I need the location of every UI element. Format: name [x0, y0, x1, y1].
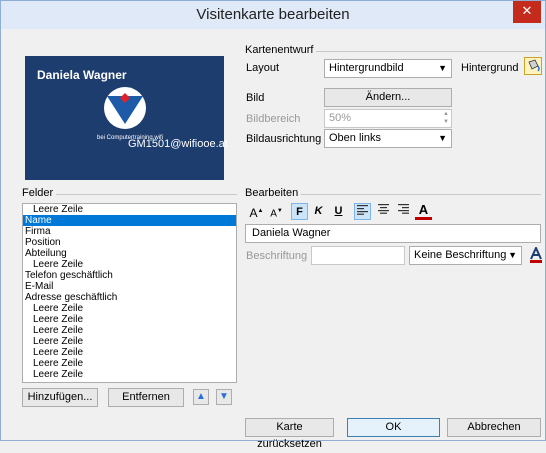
felder-group-label: Felder [22, 187, 57, 199]
list-item[interactable]: Leere Zeile [23, 336, 236, 347]
bildausrichtung-label: Bildausrichtung [246, 133, 322, 145]
change-image-button[interactable]: Ändern... [324, 88, 452, 107]
shrink-font-glyph: A [270, 208, 277, 220]
shrink-font-icon[interactable]: A▼ [268, 203, 285, 220]
add-field-button[interactable]: Hinzufügen... [22, 388, 98, 407]
dialog-window: Visitenkarte bearbeiten ✕ Daniela Wagner… [0, 0, 546, 450]
list-item[interactable]: Abteilung [23, 248, 236, 259]
list-item[interactable]: Leere Zeile [23, 314, 236, 325]
list-item[interactable]: Position [23, 237, 236, 248]
image-area-value: 50% [329, 112, 352, 124]
dialog-title: Visitenkarte bearbeiten [196, 6, 350, 23]
close-button[interactable]: ✕ [513, 1, 541, 23]
move-up-icon[interactable]: ▲ [193, 389, 209, 405]
spin-arrows-icon: ▲ ▼ [443, 111, 449, 125]
list-item[interactable]: Telefon geschäftlich [23, 270, 236, 281]
list-item[interactable]: Leere Zeile [23, 325, 236, 336]
grow-font-icon[interactable]: A▲ [248, 203, 265, 220]
list-item[interactable]: Leere Zeile [23, 259, 236, 270]
bildbereich-label: Bildbereich [246, 113, 301, 125]
image-alignment-value: Oben links [329, 132, 381, 144]
ok-button[interactable]: OK [347, 418, 440, 437]
card-email: GM1501@wifiooe.at [128, 138, 228, 150]
list-item[interactable]: E-Mail [23, 281, 236, 292]
list-item[interactable]: Name [23, 215, 236, 226]
title-bar[interactable]: Visitenkarte bearbeiten ✕ [1, 1, 545, 29]
caption-position-value: Keine Beschriftung [414, 249, 507, 261]
bold-button[interactable]: F [291, 203, 308, 220]
chevron-down-icon: ▼ [508, 250, 517, 260]
grow-font-glyph: A [249, 206, 258, 220]
list-item[interactable]: Leere Zeile [23, 369, 236, 380]
list-item[interactable]: Leere Zeile [23, 303, 236, 314]
layout-select[interactable]: Hintergrundbild ▼ [324, 59, 452, 78]
reset-card-button[interactable]: Karte zurücksetzen [245, 418, 334, 450]
caption-input[interactable] [311, 246, 405, 265]
fields-list[interactable]: Leere Zeile Name Firma Position Abteilung Lee… [22, 203, 237, 383]
field-text-input[interactable]: Daniela Wagner [245, 224, 541, 243]
layout-select-value: Hintergrundbild [329, 62, 404, 74]
align-left-icon[interactable] [354, 203, 371, 220]
bearbeiten-group-label: Bearbeiten [245, 187, 302, 199]
list-item[interactable]: Leere Zeile [23, 347, 236, 358]
image-alignment-select[interactable]: Oben links ▼ [324, 129, 452, 148]
align-right-icon[interactable] [395, 203, 412, 220]
font-color-button[interactable]: A [415, 203, 432, 220]
list-item[interactable]: Adresse geschäftlich [23, 292, 236, 303]
chevron-down-icon: ▼ [438, 63, 447, 73]
move-down-icon[interactable]: ▼ [216, 389, 232, 405]
image-area-spinner[interactable]: 50% ▲ ▼ [324, 109, 452, 128]
list-item[interactable]: Leere Zeile [23, 204, 236, 215]
caption-position-select[interactable]: Keine Beschriftung ▼ [409, 246, 522, 265]
fill-bucket-icon[interactable] [524, 57, 542, 75]
logo-triangle-icon [104, 87, 146, 129]
caption-font-color-icon[interactable] [529, 247, 543, 263]
card-name: Daniela Wagner [37, 68, 127, 82]
hintergrund-label: Hintergrund [461, 62, 519, 74]
list-item[interactable]: Leere Zeile [23, 358, 236, 369]
underline-button[interactable]: U [330, 203, 347, 220]
remove-field-button[interactable]: Entfernen [108, 388, 184, 407]
align-center-icon[interactable] [375, 203, 392, 220]
italic-button[interactable]: K [310, 203, 327, 220]
layout-label: Layout [246, 62, 280, 74]
bild-label: Bild [246, 92, 265, 104]
kartenentwurf-group-label: Kartenentwurf [245, 44, 317, 56]
cancel-button[interactable]: Abbrechen [447, 418, 541, 437]
list-item[interactable]: Firma [23, 226, 236, 237]
beschriftung-label: Beschriftung [246, 250, 308, 262]
card-preview: Daniela Wagner bei Computertraining.wifi… [25, 56, 228, 180]
chevron-down-icon: ▼ [438, 133, 447, 143]
